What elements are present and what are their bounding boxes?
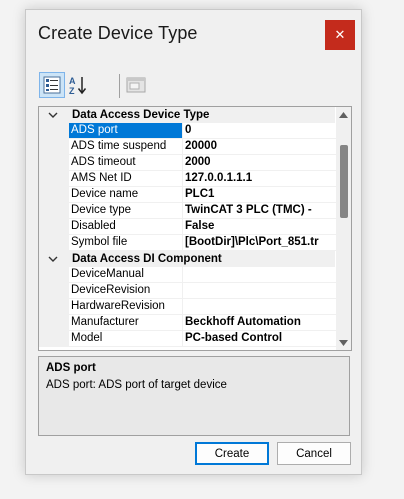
property-row-ads-time-suspend[interactable]: ADS time suspend 20000: [39, 139, 338, 155]
property-value[interactable]: PC-based Control: [182, 331, 338, 347]
property-row-hardware-revision[interactable]: HardwareRevision: [39, 299, 338, 315]
property-name[interactable]: ADS timeout: [69, 155, 183, 171]
property-grid-toolbar: A Z: [39, 72, 339, 102]
property-row-manufacturer[interactable]: Manufacturer Beckhoff Automation: [39, 315, 338, 331]
property-value[interactable]: False: [182, 219, 338, 235]
chevron-up-icon: [339, 111, 348, 118]
property-row-device-revision[interactable]: DeviceRevision: [39, 283, 338, 299]
chevron-down-icon: [339, 339, 348, 346]
property-name[interactable]: Disabled: [69, 219, 183, 235]
scrollbar-thumb[interactable]: [340, 145, 348, 218]
property-name[interactable]: DeviceManual: [69, 267, 183, 283]
property-pages-button[interactable]: [123, 72, 149, 98]
category-row-data-access-device-type[interactable]: Data Access Device Type: [39, 107, 335, 123]
property-value[interactable]: 127.0.0.1.1.1: [182, 171, 338, 187]
property-grid: Data Access Device Type ADS port 0 ADS t…: [38, 106, 352, 351]
property-value[interactable]: [182, 283, 338, 299]
property-value[interactable]: 2000: [182, 155, 338, 171]
toolbar-separator: [119, 74, 120, 98]
property-row-symbol-file[interactable]: Symbol file [BootDir]\Plc\Port_851.tr: [39, 235, 338, 251]
category-label: Data Access Device Type: [72, 109, 210, 121]
dialog-title: Create Device Type: [38, 23, 198, 43]
property-pages-icon: [126, 77, 146, 93]
vertical-scrollbar[interactable]: [336, 107, 351, 350]
scroll-up-button[interactable]: [336, 107, 351, 122]
property-row-device-type[interactable]: Device type TwinCAT 3 PLC (TMC) -: [39, 203, 338, 219]
property-value[interactable]: [182, 299, 338, 315]
alphabetical-sort-icon: A Z: [69, 76, 87, 96]
property-name[interactable]: Model: [69, 331, 183, 347]
chevron-down-icon[interactable]: [47, 252, 59, 266]
property-row-model[interactable]: Model PC-based Control: [39, 331, 338, 347]
property-name[interactable]: HardwareRevision: [69, 299, 183, 315]
property-name[interactable]: ADS port: [69, 123, 183, 139]
property-value[interactable]: Beckhoff Automation: [182, 315, 338, 331]
property-value[interactable]: [182, 267, 338, 283]
create-device-type-dialog: Create Device Type ✕ A Z Data Access Dev…: [25, 9, 362, 475]
property-value[interactable]: 0: [182, 123, 338, 139]
property-name[interactable]: Device name: [69, 187, 183, 203]
description-panel: ADS port ADS port: ADS port of target de…: [38, 356, 350, 436]
close-icon: ✕: [334, 27, 346, 43]
create-button[interactable]: Create: [195, 442, 269, 465]
property-name[interactable]: DeviceRevision: [69, 283, 183, 299]
description-text: ADS port: ADS port of target device: [46, 379, 227, 391]
close-button[interactable]: ✕: [325, 20, 355, 50]
category-row-data-access-di-component[interactable]: Data Access DI Component: [39, 251, 335, 267]
scroll-down-button[interactable]: [336, 335, 351, 350]
property-value[interactable]: [BootDir]\Plc\Port_851.tr: [182, 235, 338, 251]
svg-text:Z: Z: [69, 86, 75, 96]
cancel-button[interactable]: Cancel: [277, 442, 351, 465]
property-row-device-manual[interactable]: DeviceManual: [39, 267, 338, 283]
property-value[interactable]: 20000: [182, 139, 338, 155]
svg-text:A: A: [69, 76, 76, 86]
property-name[interactable]: Manufacturer: [69, 315, 183, 331]
property-name[interactable]: AMS Net ID: [69, 171, 183, 187]
property-row-disabled[interactable]: Disabled False: [39, 219, 338, 235]
property-value[interactable]: PLC1: [182, 187, 338, 203]
property-row-ads-timeout[interactable]: ADS timeout 2000: [39, 155, 338, 171]
category-label: Data Access DI Component: [72, 253, 222, 265]
property-row-ads-port[interactable]: ADS port 0: [39, 123, 338, 139]
property-name[interactable]: Symbol file: [69, 235, 183, 251]
property-value[interactable]: TwinCAT 3 PLC (TMC) -: [182, 203, 338, 219]
description-title: ADS port: [46, 362, 96, 374]
property-row-device-name[interactable]: Device name PLC1: [39, 187, 338, 203]
categorized-view-icon: [43, 76, 61, 94]
property-name[interactable]: ADS time suspend: [69, 139, 183, 155]
property-row-ams-net-id[interactable]: AMS Net ID 127.0.0.1.1.1: [39, 171, 338, 187]
property-name[interactable]: Device type: [69, 203, 183, 219]
alphabetical-sort-button[interactable]: A Z: [65, 72, 91, 98]
chevron-down-icon[interactable]: [47, 108, 59, 122]
categorized-view-button[interactable]: [39, 72, 65, 98]
